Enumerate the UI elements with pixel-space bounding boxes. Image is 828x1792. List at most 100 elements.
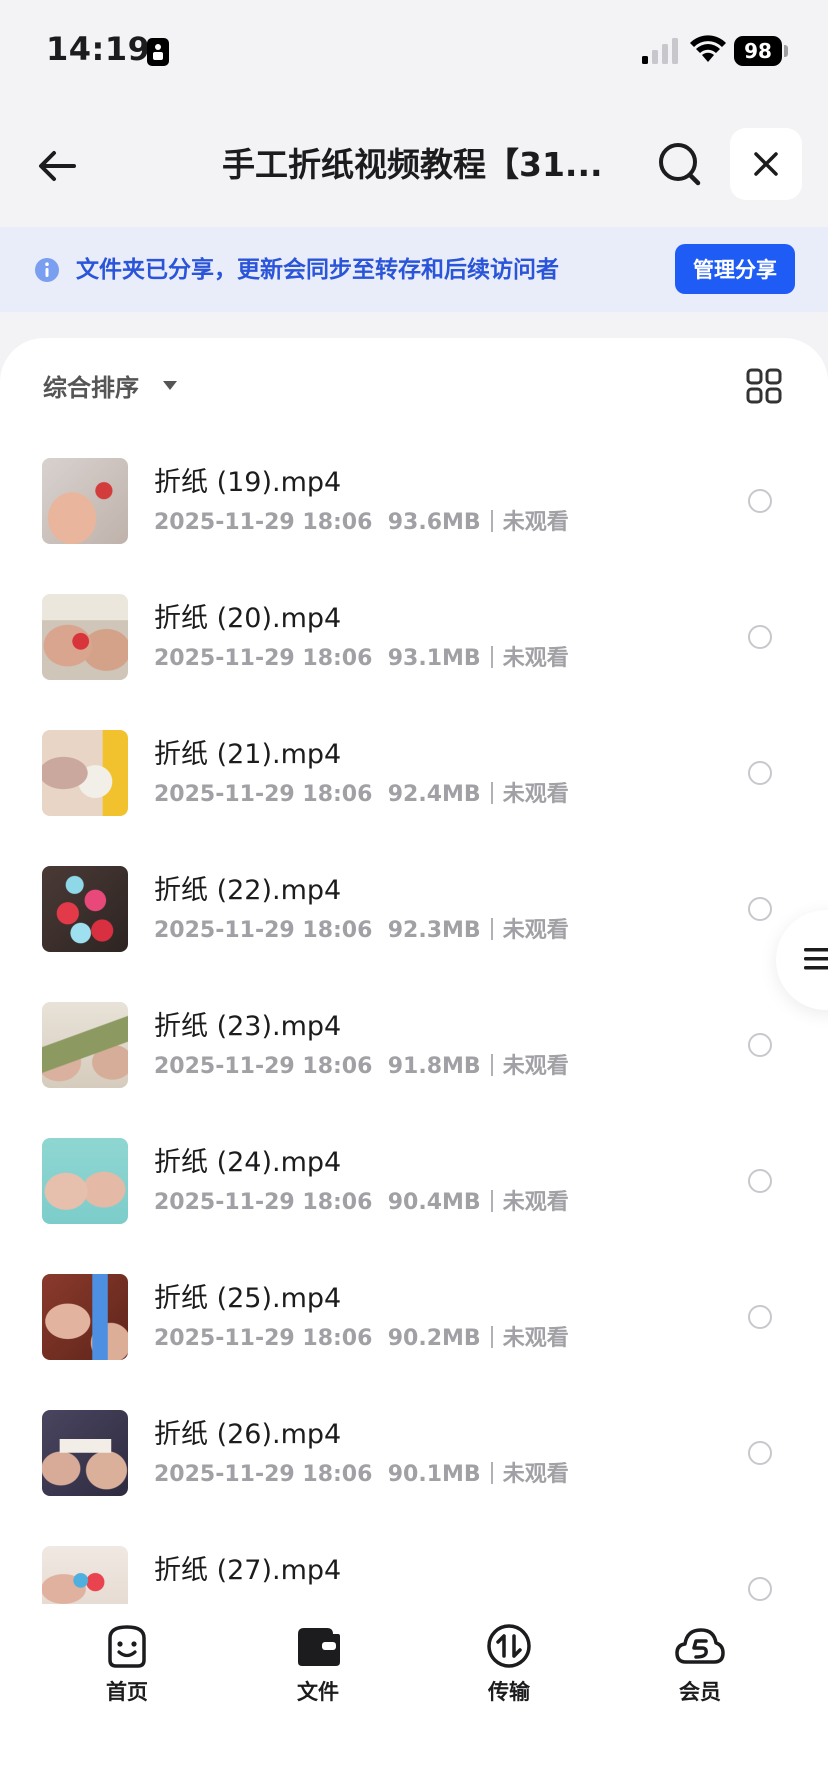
file-row[interactable]: 折纸 (19).mp4 2025-11-29 18:06 93.6MB 未观看 [0,458,828,594]
file-name: 折纸 (21).mp4 [154,739,342,770]
watch-status: 未观看 [502,1190,569,1215]
select-radio[interactable] [748,897,772,921]
tab-transfer-label: 传输 [488,1680,530,1704]
file-size: 92.3MB [387,918,481,943]
file-meta: 2025-11-29 18:06 90.4MB 未观看 [154,1184,569,1216]
manage-share-button[interactable]: 管理分享 [675,244,795,294]
video-thumbnail [42,1410,128,1496]
watch-status: 未观看 [502,1054,569,1079]
wifi-icon [690,35,726,62]
file-row[interactable]: 折纸 (20).mp4 2025-11-29 18:06 93.1MB 未观看 [0,594,828,730]
select-radio[interactable] [748,625,772,649]
file-date: 2025-11-29 18:06 [154,646,373,671]
watch-status: 未观看 [502,646,569,671]
file-meta: 2025-11-29 18:06 93.6MB 未观看 [154,504,569,536]
file-list-panel: 综合排序 折纸 (19).mp4 2025-11-29 18:06 93.6MB… [0,338,828,1620]
video-thumbnail [42,1002,128,1088]
file-meta: 2025-11-29 18:06 92.3MB 未观看 [154,912,569,944]
file-date: 2025-11-29 18:06 [154,1054,373,1079]
tab-bar: 首页 文件 传输 会员 [0,1604,828,1792]
info-icon [35,258,59,282]
file-size: 93.6MB [387,510,481,535]
video-thumbnail [42,1138,128,1224]
smile-face-icon [108,1625,146,1668]
file-date: 2025-11-29 18:06 [154,782,373,807]
select-radio[interactable] [748,1577,772,1601]
file-meta: 2025-11-29 18:06 90.1MB 未观看 [154,1456,569,1488]
file-row[interactable]: 折纸 (23).mp4 2025-11-29 18:06 91.8MB 未观看 [0,1002,828,1138]
signal-icon [642,38,678,64]
file-size: 90.2MB [387,1326,481,1351]
sort-dropdown[interactable]: 综合排序 [43,368,139,403]
file-row[interactable]: 折纸 (21).mp4 2025-11-29 18:06 92.4MB 未观看 [0,730,828,866]
select-radio[interactable] [748,1033,772,1057]
tab-files[interactable]: 文件 [258,1622,378,1712]
file-name: 折纸 (24).mp4 [154,1147,342,1178]
sort-bar: 综合排序 [0,338,828,434]
battery-level: 98 [734,36,782,66]
file-size: 93.1MB [387,646,481,671]
file-date: 2025-11-29 18:06 [154,510,373,535]
file-name: 折纸 (22).mp4 [154,875,342,906]
nav-bar: 手工折纸视频教程【31... [0,110,828,220]
video-thumbnail [42,730,128,816]
file-size: 91.8MB [387,1054,481,1079]
share-banner: 文件夹已分享，更新会同步至转存和后续访问者 管理分享 [0,227,828,312]
video-thumbnail [42,866,128,952]
select-radio[interactable] [748,1169,772,1193]
close-icon [754,152,778,176]
status-time: 14:19 [46,30,151,68]
share-banner-text: 文件夹已分享，更新会同步至转存和后续访问者 [76,257,559,283]
select-radio[interactable] [748,761,772,785]
caret-down-icon[interactable] [162,380,178,392]
file-meta: 2025-11-29 18:06 90.2MB 未观看 [154,1320,569,1352]
file-name: 折纸 (26).mp4 [154,1419,342,1450]
grid-view-icon[interactable] [746,368,782,404]
tab-vip-label: 会员 [679,1680,721,1704]
video-thumbnail [42,594,128,680]
tab-home[interactable]: 首页 [67,1622,187,1712]
file-name: 折纸 (27).mp4 [154,1555,342,1586]
close-button[interactable] [730,128,802,200]
page-title: 手工折纸视频教程【31... [222,145,603,184]
transfer-icon [487,1624,531,1668]
file-name: 折纸 (20).mp4 [154,603,342,634]
tab-files-label: 文件 [297,1680,339,1704]
search-icon[interactable] [652,136,708,192]
video-thumbnail [42,1274,128,1360]
file-row[interactable]: 折纸 (22).mp4 2025-11-29 18:06 92.3MB 未观看 [0,866,828,1002]
file-date: 2025-11-29 18:06 [154,1190,373,1215]
watch-status: 未观看 [502,510,569,535]
watch-status: 未观看 [502,782,569,807]
tab-transfer[interactable]: 传输 [449,1622,569,1712]
file-size: 90.4MB [387,1190,481,1215]
file-date: 2025-11-29 18:06 [154,1462,373,1487]
select-radio[interactable] [748,1305,772,1329]
status-bar: 14:19 98 [0,0,828,100]
file-name: 折纸 (23).mp4 [154,1011,342,1042]
cloud-vip-icon [675,1628,725,1664]
select-radio[interactable] [748,489,772,513]
file-name: 折纸 (25).mp4 [154,1283,342,1314]
watch-status: 未观看 [502,1326,569,1351]
file-date: 2025-11-29 18:06 [154,1326,373,1351]
battery-icon: 98 [734,36,788,66]
file-row[interactable]: 折纸 (25).mp4 2025-11-29 18:06 90.2MB 未观看 [0,1274,828,1410]
tab-vip[interactable]: 会员 [640,1622,760,1712]
watch-status: 未观看 [502,1462,569,1487]
file-name: 折纸 (19).mp4 [154,467,342,498]
menu-icon [804,948,828,970]
select-radio[interactable] [748,1441,772,1465]
back-arrow-icon[interactable] [30,138,86,194]
file-size: 90.1MB [387,1462,481,1487]
wallet-folder-icon [298,1628,340,1666]
tab-home-label: 首页 [106,1680,148,1704]
watch-status: 未观看 [502,918,569,943]
file-row[interactable]: 折纸 (24).mp4 2025-11-29 18:06 90.4MB 未观看 [0,1138,828,1274]
file-date: 2025-11-29 18:06 [154,918,373,943]
lock-screen-icon [147,38,169,66]
file-meta: 2025-11-29 18:06 92.4MB 未观看 [154,776,569,808]
file-size: 92.4MB [387,782,481,807]
file-row[interactable]: 折纸 (26).mp4 2025-11-29 18:06 90.1MB 未观看 [0,1410,828,1546]
file-meta: 2025-11-29 18:06 91.8MB 未观看 [154,1048,569,1080]
